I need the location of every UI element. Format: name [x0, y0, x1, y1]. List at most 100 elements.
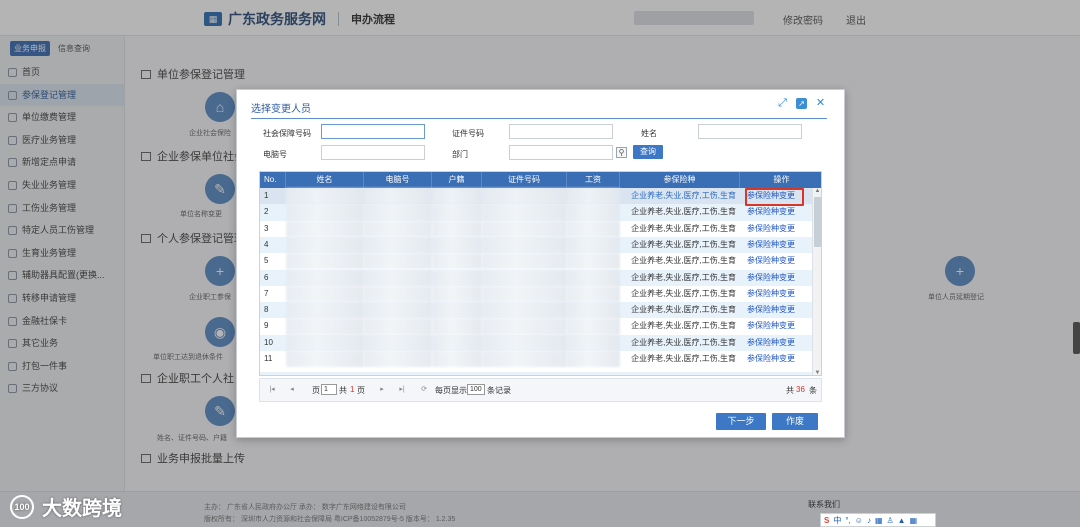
microphone-icon[interactable]: ♪: [867, 516, 871, 525]
column-header[interactable]: 户籍: [432, 172, 482, 188]
row-name-redacted: [286, 285, 364, 303]
change-insurance-link[interactable]: 参保险种变更: [740, 318, 802, 334]
table-row[interactable]: 5 企业养老,失业,医疗,工伤,生育 参保险种变更: [260, 253, 812, 270]
row-household-redacted: [432, 334, 482, 351]
fullscreen-icon[interactable]: ⤢: [777, 98, 788, 109]
row-id-number-redacted: [482, 188, 567, 205]
column-header[interactable]: 电脑号: [364, 172, 432, 188]
row-salary-redacted: [567, 253, 620, 270]
row-id-number-redacted: [482, 269, 567, 286]
change-insurance-link[interactable]: 参保险种变更: [740, 221, 802, 237]
page-scroll-indicator[interactable]: [1073, 322, 1080, 354]
table-row[interactable]: 4 企业养老,失业,医疗,工伤,生育 参保险种变更: [260, 236, 812, 254]
user-icon[interactable]: ♙: [887, 516, 894, 525]
change-insurance-link[interactable]: 参保险种变更: [740, 351, 802, 367]
total-records-prefix: 共: [786, 386, 794, 395]
punctuation-icon[interactable]: °,: [845, 516, 850, 525]
row-computer-number-redacted: [364, 204, 432, 221]
next-page-icon[interactable]: ▸: [376, 384, 388, 396]
row-household-redacted: [432, 220, 482, 237]
row-household-redacted: [432, 204, 482, 221]
per-page-prefix: 每页显示: [435, 386, 467, 395]
ssn-input[interactable]: [321, 124, 425, 139]
table-row[interactable]: 2 企业养老,失业,医疗,工伤,生育 参保险种变更: [260, 204, 812, 221]
ssn-label: 社会保障号码: [263, 129, 311, 138]
ime-logo-icon: S: [824, 515, 830, 525]
last-page-icon[interactable]: ▸|: [396, 384, 408, 396]
row-id-number-redacted: [482, 334, 567, 351]
table-row[interactable]: 1 企业养老,失业,医疗,工伤,生育 参保险种变更: [260, 188, 812, 205]
row-number: 11: [264, 354, 273, 363]
keyboard-icon[interactable]: ▦: [875, 516, 883, 525]
change-insurance-link[interactable]: 参保险种变更: [740, 237, 802, 253]
popout-icon[interactable]: ↗: [796, 98, 807, 109]
prev-page-icon[interactable]: ◂: [286, 384, 298, 396]
row-name-redacted: [286, 351, 364, 368]
computer-number-input[interactable]: [321, 145, 425, 160]
row-computer-number-redacted: [364, 269, 432, 286]
row-id-number-redacted: [482, 351, 567, 368]
department-input[interactable]: [509, 145, 613, 160]
name-input[interactable]: [698, 124, 802, 139]
query-button[interactable]: 查询: [633, 145, 663, 159]
grid-icon[interactable]: ▦: [910, 516, 918, 525]
column-header[interactable]: 工资: [567, 172, 620, 188]
search-icon[interactable]: ⚲: [616, 147, 627, 158]
total-records-suffix: 条: [809, 386, 817, 395]
table-row[interactable]: 8 企业养老,失业,医疗,工伤,生育 参保险种变更: [260, 302, 812, 319]
change-insurance-link[interactable]: 参保险种变更: [740, 270, 802, 286]
row-id-number-redacted: [482, 318, 567, 335]
skin-icon[interactable]: ▲: [898, 516, 906, 525]
row-household-redacted: [432, 269, 482, 286]
scroll-up-icon[interactable]: ▲: [814, 188, 821, 194]
row-salary-redacted: [567, 269, 620, 286]
column-header[interactable]: No.: [260, 172, 286, 188]
ime-toolbar[interactable]: S 中 °, ☺ ♪ ▦ ♙ ▲ ▦: [820, 513, 936, 527]
change-insurance-link[interactable]: 参保险种变更: [740, 302, 802, 318]
row-household-redacted: [432, 236, 482, 254]
row-salary-redacted: [567, 351, 620, 368]
scrollbar-thumb[interactable]: [814, 197, 821, 247]
column-header[interactable]: 参保险种: [620, 172, 740, 188]
per-page-suffix: 条记录: [487, 386, 511, 395]
row-number: 2: [264, 207, 269, 217]
row-name-redacted: [286, 204, 364, 221]
column-header[interactable]: 操作: [740, 172, 821, 188]
per-page-input[interactable]: 100: [467, 384, 485, 395]
row-insurance-types: 企业养老,失业,医疗,工伤,生育: [631, 191, 736, 200]
table-row[interactable]: 10 企业养老,失业,医疗,工伤,生育 参保险种变更: [260, 334, 812, 351]
table-row[interactable]: 7 企业养老,失业,医疗,工伤,生育 参保险种变更: [260, 285, 812, 303]
close-icon[interactable]: ✕: [815, 98, 826, 109]
table-scrollbar[interactable]: ▲ ▼: [812, 188, 821, 375]
ime-mode[interactable]: 中: [833, 515, 841, 526]
change-insurance-link[interactable]: 参保险种变更: [740, 253, 802, 269]
scroll-down-icon[interactable]: ▼: [814, 370, 821, 375]
row-number: 9: [264, 321, 269, 331]
void-button[interactable]: 作废: [772, 413, 818, 430]
change-insurance-link[interactable]: 参保险种变更: [740, 204, 802, 220]
id-number-input[interactable]: [509, 124, 613, 139]
row-id-number-redacted: [482, 204, 567, 221]
page-number-input[interactable]: 1: [321, 384, 337, 395]
watermark-logo-icon: 100: [10, 494, 34, 519]
row-id-number-redacted: [482, 236, 567, 254]
first-page-icon[interactable]: |◂: [266, 384, 278, 396]
next-step-button[interactable]: 下一步: [716, 413, 766, 430]
change-insurance-link[interactable]: 参保险种变更: [740, 335, 802, 351]
column-header[interactable]: 证件号码: [482, 172, 567, 188]
table-row[interactable]: 3 企业养老,失业,医疗,工伤,生育 参保险种变更: [260, 220, 812, 237]
row-household-redacted: [432, 188, 482, 205]
table-row-partial: [260, 372, 812, 375]
column-header[interactable]: 姓名: [286, 172, 364, 188]
select-person-dialog: 选择变更人员 ⤢ ↗ ✕ 社会保障号码 证件号码 姓名 电脑号 部门 ⚲ 查询 …: [236, 89, 845, 438]
emoji-icon[interactable]: ☺: [855, 516, 863, 525]
row-computer-number-redacted: [364, 285, 432, 303]
table-row[interactable]: 9 企业养老,失业,医疗,工伤,生育 参保险种变更: [260, 318, 812, 335]
change-insurance-link[interactable]: 参保险种变更: [740, 286, 802, 302]
table-row[interactable]: 11 企业养老,失业,医疗,工伤,生育 参保险种变更: [260, 351, 812, 368]
row-number: 1: [264, 191, 269, 200]
refresh-icon[interactable]: ⟳: [418, 384, 430, 396]
table-row[interactable]: 6 企业养老,失业,医疗,工伤,生育 参保险种变更: [260, 269, 812, 286]
row-name-redacted: [286, 253, 364, 270]
row-id-number-redacted: [482, 285, 567, 303]
